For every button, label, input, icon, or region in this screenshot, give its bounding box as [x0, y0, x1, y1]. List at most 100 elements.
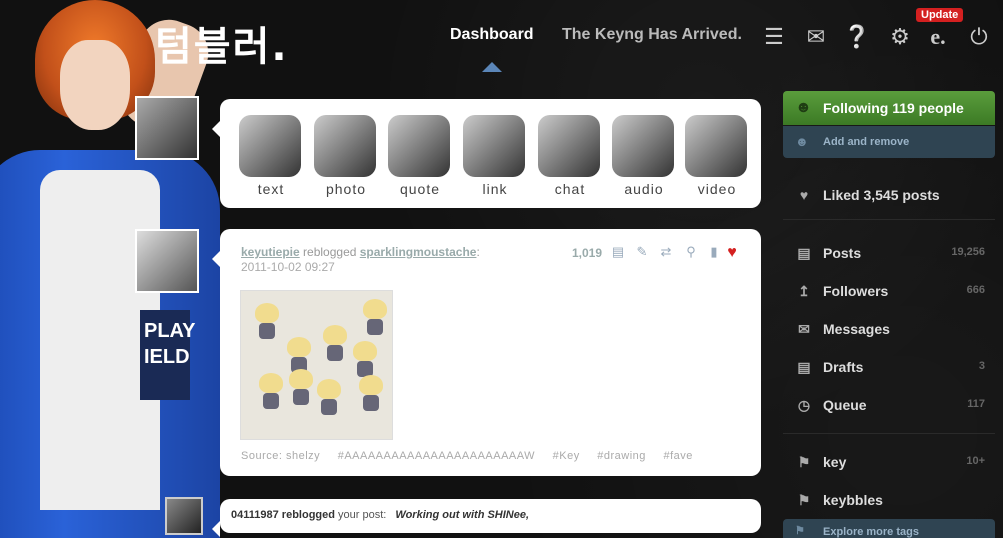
sidebar-item-label: Followers	[823, 283, 889, 299]
source-text[interactable]: Source: shelzy	[241, 450, 320, 462]
post-source-tags: Source: shelzy #AAAAAAAAAAAAAAAAAAAAAAAW…	[241, 450, 707, 462]
explore-label: Explore more tags	[823, 526, 919, 538]
sidebar-item-count: 666	[966, 284, 985, 296]
sidebar-item-queue[interactable]: ◷ Queue 117	[783, 393, 995, 419]
list-icon[interactable]: ☰	[761, 24, 787, 50]
reblog-icon[interactable]: ⇄	[658, 244, 674, 260]
following-label: Following 119 people	[823, 100, 964, 116]
following-button[interactable]: ☻ Following 119 people	[783, 91, 995, 125]
photo-figure	[289, 369, 313, 405]
sidebar-item-messages[interactable]: ✉ Messages	[783, 317, 995, 343]
reblog-text: reblogged	[281, 509, 335, 521]
post-type-text[interactable]: text	[239, 115, 303, 197]
post-type-label: text	[257, 181, 285, 197]
gear-icon[interactable]: ⚙	[887, 24, 913, 50]
edit-icon[interactable]: ✎	[634, 244, 650, 260]
post-notification: 04111987 reblogged your post: Working ou…	[231, 509, 529, 521]
sidebar-item-count: 117	[967, 398, 985, 410]
post-author-link[interactable]: keyutiepie	[241, 245, 300, 259]
post-type-label: video	[697, 181, 737, 197]
nav-blog-title[interactable]: The Keyng Has Arrived.	[562, 26, 742, 44]
sidebar-item-label: keybbles	[823, 492, 883, 508]
chart-icon: ↥	[798, 283, 810, 299]
post-type-label: quote	[399, 181, 441, 197]
photo-figure	[323, 325, 347, 361]
your-post-text: your post:	[338, 509, 387, 521]
like-heart-icon[interactable]: ♥	[724, 244, 740, 261]
post-type-thumb	[388, 115, 450, 177]
sidebar-item-tag-key[interactable]: ⚑ key 10+	[783, 450, 995, 476]
post-type-label: link	[482, 181, 508, 197]
document-icon: ▤	[797, 359, 811, 375]
post-type-photo[interactable]: photo	[314, 115, 378, 197]
help-icon[interactable]: ❔	[843, 24, 870, 50]
post-photo[interactable]	[240, 290, 393, 440]
post-type-thumb	[314, 115, 376, 177]
update-badge[interactable]: Update	[916, 8, 964, 22]
user-avatar[interactable]	[135, 96, 199, 160]
sidebar-item-count: 19,256	[951, 246, 985, 258]
photo-figure	[317, 379, 341, 415]
post-header: keyutiepie reblogged sparklingmoustache:	[241, 245, 480, 259]
heart-icon: ♥	[799, 187, 809, 203]
dashboard-post: 04111987 reblogged your post: Working ou…	[212, 499, 761, 537]
sidebar-item-liked[interactable]: ♥ Liked 3,545 posts	[783, 183, 995, 209]
post-type-bar: text photo quote link chat audio video	[212, 99, 761, 208]
post-author-link[interactable]: 04111987	[231, 509, 279, 521]
document-icon: ▤	[797, 245, 811, 261]
photo-figure	[359, 375, 383, 411]
post-type-thumb	[538, 115, 600, 177]
sidebar-item-label: Queue	[823, 397, 867, 413]
photo-figure	[287, 337, 311, 373]
post-type-video[interactable]: video	[685, 115, 749, 197]
add-remove-button[interactable]: ☻ Add and remove	[783, 126, 995, 158]
tag-icon: ⚑	[797, 454, 811, 470]
tag-link[interactable]: #Key	[553, 450, 580, 462]
tag-link[interactable]: #fave	[663, 450, 692, 462]
post-type-thumb	[239, 115, 301, 177]
add-user-icon: ☻	[795, 134, 809, 149]
tag-link[interactable]: #drawing	[597, 450, 646, 462]
zoom-icon[interactable]: ⚲	[683, 244, 699, 260]
sidebar-item-drafts[interactable]: ▤ Drafts 3	[783, 355, 995, 381]
explore-tags-button[interactable]: ⚑ Explore more tags	[783, 519, 995, 538]
sidebar-divider	[783, 219, 995, 220]
tag-link[interactable]: #AAAAAAAAAAAAAAAAAAAAAAAW	[338, 450, 535, 462]
photo-figure	[363, 299, 387, 335]
post-author-avatar[interactable]	[165, 497, 203, 535]
sidebar-item-label: Drafts	[823, 359, 864, 375]
sidebar-item-label: Liked 3,545 posts	[823, 187, 940, 203]
notes-icon[interactable]: ▤	[610, 244, 626, 260]
post-type-thumb	[463, 115, 525, 177]
sidebar-item-label: Posts	[823, 245, 862, 261]
nav-dashboard[interactable]: Dashboard	[450, 26, 534, 44]
bookmark-icon[interactable]: ▮	[706, 244, 722, 260]
sidebar-item-tag-keybbles[interactable]: ⚑ keybbles	[783, 488, 995, 514]
notes-count[interactable]: 1,019	[572, 246, 602, 260]
add-remove-label: Add and remove	[823, 136, 910, 148]
sidebar-item-count: 10+	[966, 455, 985, 467]
shirt-print: PLAY IELD	[140, 310, 196, 400]
post-author-avatar[interactable]	[135, 229, 199, 293]
power-icon[interactable]: ⏻	[966, 24, 992, 50]
e-icon[interactable]: e.	[925, 24, 951, 50]
active-nav-caret-icon	[482, 62, 502, 72]
colon: :	[476, 245, 480, 259]
sidebar-divider	[783, 433, 995, 434]
mail-icon[interactable]: ✉	[803, 24, 829, 50]
post-type-audio[interactable]: audio	[612, 115, 676, 197]
reblog-source-link[interactable]: sparklingmoustache	[360, 245, 477, 259]
clock-icon: ◷	[797, 397, 811, 413]
tag-icon: ⚑	[795, 525, 805, 537]
post-type-thumb	[612, 115, 674, 177]
post-title-link[interactable]: Working out with SHINee,	[395, 509, 529, 521]
post-type-chat[interactable]: chat	[538, 115, 602, 197]
sidebar-item-followers[interactable]: ↥ Followers 666	[783, 279, 995, 305]
post-type-label: chat	[554, 181, 586, 197]
post-type-link[interactable]: link	[463, 115, 527, 197]
sidebar-item-posts[interactable]: ▤ Posts 19,256	[783, 241, 995, 267]
top-nav: Dashboard The Keyng Has Arrived. ☰ ✉ ❔ ⚙…	[0, 24, 1003, 72]
post-date[interactable]: 2011-10-02 09:27	[241, 260, 335, 274]
header-character-art: PLAY IELD	[0, 0, 230, 538]
post-type-quote[interactable]: quote	[388, 115, 452, 197]
